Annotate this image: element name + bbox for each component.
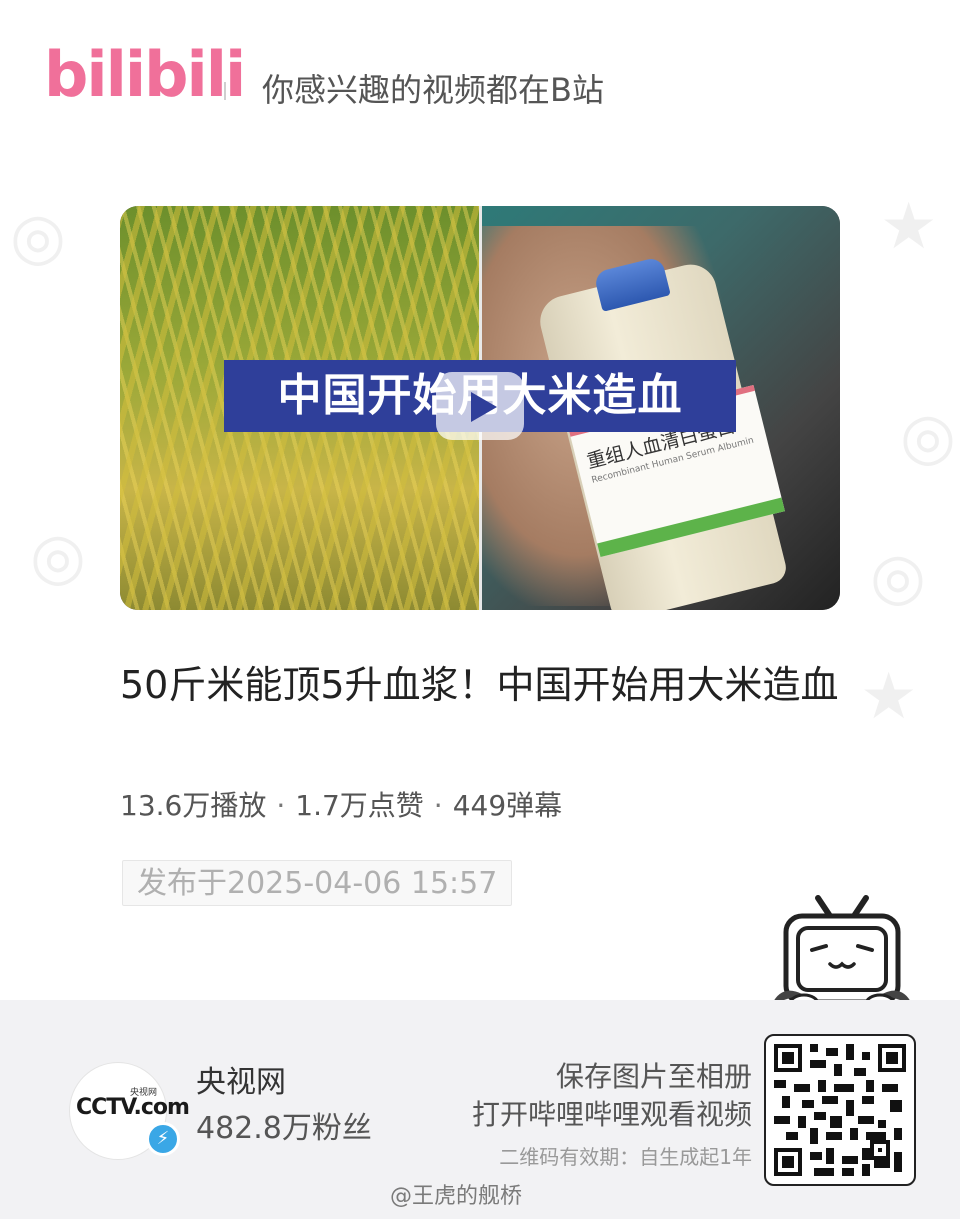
video-stats: 13.6万播放 · 1.7万点赞 · 449弹幕 <box>120 786 562 826</box>
uploader-name[interactable]: 央视网 <box>196 1064 286 1102</box>
video-cover[interactable]: 重组人血清白蛋白 Recombinant Human Serum Albumin… <box>120 206 840 610</box>
weibo-watermark: @王虎的舰桥 <box>390 1184 523 1209</box>
play-icon[interactable] <box>436 372 524 440</box>
background-decoration: ★ <box>880 190 938 264</box>
background-decoration: ◎ <box>10 200 66 274</box>
background-decoration: ★ <box>860 660 918 734</box>
uploader-fans: 482.8万粉丝 <box>196 1111 372 1146</box>
qr-code[interactable] <box>764 1034 916 1186</box>
share-footer: CCTV.com 央视网 ⚡ 央视网 482.8万粉丝 保存图片至相册 打开哔哩… <box>0 1000 960 1219</box>
save-to-album-tip: 保存图片至相册 <box>555 1060 752 1093</box>
background-decoration: ◎ <box>30 520 86 594</box>
open-app-tip: 打开哔哩哔哩观看视频 <box>471 1098 752 1131</box>
like-count: 1.7万点赞 <box>295 789 424 822</box>
publish-date: 发布于2025-04-06 15:57 <box>122 860 513 906</box>
qr-code-pattern <box>774 1044 906 1176</box>
bilibili-tv-mascot-icon <box>772 895 912 1015</box>
stats-separator: · <box>433 789 443 822</box>
header-slogan: 你感兴趣的视频都在B站 <box>262 71 604 109</box>
background-decoration: ◎ <box>900 400 956 474</box>
qr-expire-tip: 二维码有效期：自生成起1年 <box>499 1145 752 1169</box>
play-count: 13.6万播放 <box>120 789 267 822</box>
bilibili-logo: bilibili <box>44 38 246 111</box>
avatar-logo-small: 央视网 <box>130 1088 158 1098</box>
danmaku-count: 449弹幕 <box>452 789 563 822</box>
video-title[interactable]: 50斤米能顶5升血浆！中国开始用大米造血 <box>120 658 840 712</box>
avatar-logo: CCTV.com <box>76 1095 190 1120</box>
background-decoration: ◎ <box>870 540 926 614</box>
header-divider <box>224 82 226 100</box>
verified-lightning-icon: ⚡ <box>146 1122 180 1156</box>
stats-separator: · <box>276 789 286 822</box>
